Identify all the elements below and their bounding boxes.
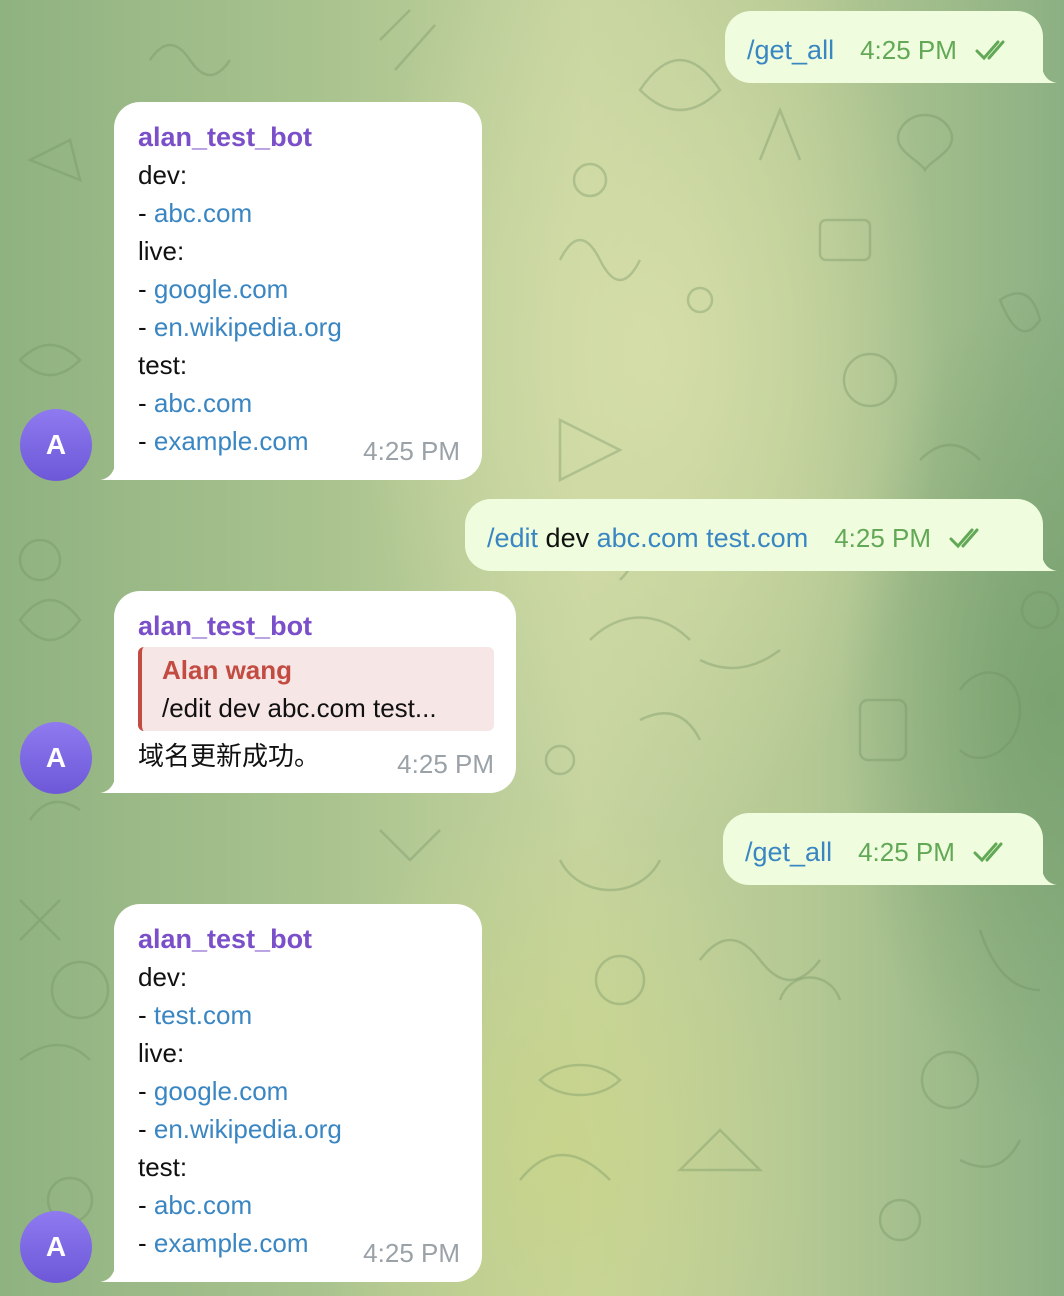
url-link[interactable]: test.com (154, 1000, 252, 1030)
outgoing-message[interactable]: /edit dev abc.com test.com 4:25 PM (465, 499, 1057, 571)
url-link[interactable]: abc.com (154, 198, 252, 228)
message-time: 4:25 PM (860, 35, 957, 65)
sender-name[interactable]: alan_test_bot (138, 118, 460, 156)
message-time: 4:25 PM (834, 523, 932, 553)
message-line: - en.wikipedia.org (138, 1114, 342, 1144)
outgoing-message[interactable]: /get_all 4:25 PM (723, 813, 1057, 885)
message-line: - test.com (138, 1000, 253, 1030)
message-line: - abc.com (138, 198, 253, 228)
message-line: test: (138, 350, 188, 380)
command-link[interactable]: /get_all (745, 833, 832, 871)
url-link[interactable]: test.com (706, 523, 808, 553)
message-line: - abc.com (138, 1190, 253, 1220)
incoming-message[interactable]: alan_test_bot dev: - test.com live: - go… (100, 904, 482, 1282)
avatar[interactable]: A (20, 409, 92, 481)
quote-author: Alan wang (162, 655, 293, 685)
sender-name[interactable]: alan_test_bot (138, 607, 494, 645)
url-link[interactable]: abc.com (597, 523, 699, 553)
url-link[interactable]: google.com (154, 1076, 288, 1106)
message-time: 4:25 PM (397, 749, 494, 779)
message-time: 4:25 PM (363, 1238, 460, 1268)
url-link[interactable]: abc.com (154, 1190, 252, 1220)
sender-name[interactable]: alan_test_bot (138, 920, 460, 958)
bubble-tail (1041, 865, 1057, 885)
url-link[interactable]: abc.com (154, 388, 252, 418)
command-link[interactable]: /get_all (747, 31, 834, 69)
double-check-icon (973, 842, 1003, 863)
reply-quote[interactable]: Alan wang /edit dev abc.com test... (138, 647, 494, 731)
bubble-tail (100, 773, 116, 793)
message-line: test: (138, 1152, 188, 1182)
message-line: - abc.com (138, 388, 253, 418)
incoming-message[interactable]: alan_test_bot Alan wang /edit dev abc.co… (100, 591, 516, 793)
url-link[interactable]: google.com (154, 274, 288, 304)
command-argument: dev (538, 523, 597, 553)
avatar[interactable]: A (20, 722, 92, 794)
url-link[interactable]: example.com (154, 426, 309, 456)
avatar[interactable]: A (20, 1211, 92, 1283)
double-check-icon (975, 40, 1005, 61)
message-line: live: (138, 236, 185, 266)
bubble-tail (100, 1262, 116, 1282)
message-line: - google.com (138, 274, 289, 304)
bubble-tail (1041, 551, 1057, 571)
message-line: - google.com (138, 1076, 289, 1106)
incoming-message[interactable]: alan_test_bot dev: - abc.com live: - goo… (100, 102, 482, 480)
url-link[interactable]: example.com (154, 1228, 309, 1258)
quote-text: /edit dev abc.com test... (162, 693, 437, 723)
message-line: dev: (138, 160, 188, 190)
message-line: dev: (138, 962, 188, 992)
message-time: 4:25 PM (363, 436, 460, 466)
bubble-tail (100, 460, 116, 480)
bubble-tail (1041, 63, 1057, 83)
outgoing-message[interactable]: /get_all 4:25 PM (725, 11, 1057, 83)
url-link[interactable]: en.wikipedia.org (154, 1114, 342, 1144)
command-link[interactable]: /edit (487, 523, 538, 553)
double-check-icon (949, 528, 979, 549)
message-time: 4:25 PM (858, 837, 955, 867)
url-link[interactable]: en.wikipedia.org (154, 312, 342, 342)
message-line: live: (138, 1038, 185, 1068)
message-line: - en.wikipedia.org (138, 312, 342, 342)
